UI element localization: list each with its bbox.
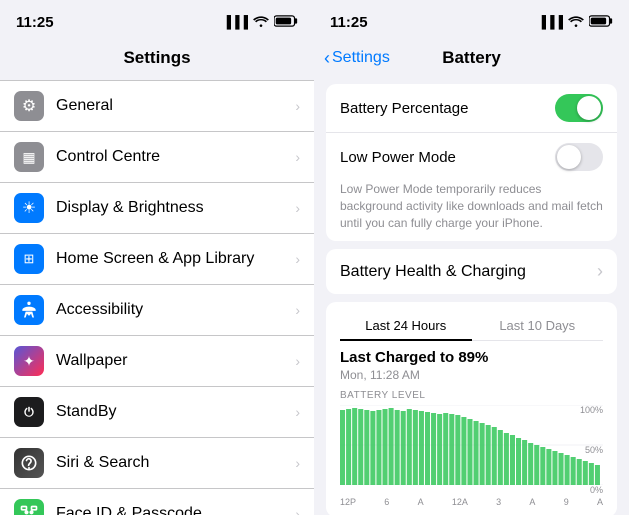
display-icon: ☀ (14, 193, 44, 223)
settings-item-home-screen[interactable]: ⊞ Home Screen & App Library › (0, 234, 314, 285)
settings-item-general[interactable]: ⚙ General › (0, 80, 314, 132)
settings-item-siri[interactable]: Siri & Search › (0, 438, 314, 489)
faceid-icon (14, 499, 44, 515)
control-centre-label: Control Centre (56, 148, 291, 166)
right-wifi-icon (568, 15, 584, 30)
right-signal-icon: ▐▐▐ (537, 15, 563, 29)
right-status-bar: 11:25 ▐▐▐ (314, 0, 629, 44)
chart-subtitle: Mon, 11:28 AM (340, 368, 603, 382)
home-screen-icon: ⊞ (14, 244, 44, 274)
left-time: 11:25 (16, 14, 54, 31)
settings-list: ⚙ General › ▦ Control Centre › ☀ Display… (0, 80, 314, 515)
tab-10d[interactable]: Last 10 Days (472, 312, 604, 340)
settings-item-standby[interactable]: ⏻ StandBy › (0, 387, 314, 438)
x-label-6: 6 (384, 497, 389, 507)
battery-health-section[interactable]: Battery Health & Charging › (326, 249, 617, 294)
battery-toggles-section: Battery Percentage Low Power Mode Low Po… (326, 84, 617, 241)
control-centre-chevron: › (295, 149, 300, 165)
accessibility-label: Accessibility (56, 301, 291, 319)
battery-chart: 100% 50% 0% (340, 405, 603, 495)
right-nav: ‹ Settings Battery (314, 44, 629, 76)
x-label-12p: 12P (340, 497, 356, 507)
battery-percentage-row[interactable]: Battery Percentage (326, 84, 617, 133)
left-status-icons: ▐▐▐ (222, 15, 298, 30)
faceid-label: Face ID & Passcode (56, 505, 291, 515)
left-panel: 11:25 ▐▐▐ Settings (0, 0, 314, 515)
tab-24h[interactable]: Last 24 Hours (340, 312, 472, 341)
wallpaper-icon: ✦ (14, 346, 44, 376)
settings-item-control-centre[interactable]: ▦ Control Centre › (0, 132, 314, 183)
low-power-mode-toggle[interactable] (555, 143, 603, 171)
x-label-a2: A (529, 497, 535, 507)
standby-icon: ⏻ (14, 397, 44, 427)
settings-item-accessibility[interactable]: Accessibility › (0, 285, 314, 336)
chart-section: Last 24 Hours Last 10 Days Last Charged … (326, 302, 617, 515)
control-centre-icon: ▦ (14, 142, 44, 172)
x-label-3: 3 (496, 497, 501, 507)
right-page-title: Battery (442, 48, 501, 68)
wallpaper-chevron: › (295, 353, 300, 369)
home-screen-label: Home Screen & App Library (56, 250, 291, 268)
battery-icon (274, 15, 298, 30)
home-screen-chevron: › (295, 251, 300, 267)
faceid-chevron: › (295, 506, 300, 515)
signal-icon: ▐▐▐ (222, 15, 248, 29)
battery-health-label: Battery Health & Charging (340, 263, 597, 281)
wallpaper-label: Wallpaper (56, 352, 291, 370)
x-label-a1: A (418, 497, 424, 507)
chart-x-labels: 12P 6 A 12A 3 A 9 A (340, 497, 603, 507)
settings-item-wallpaper[interactable]: ✦ Wallpaper › (0, 336, 314, 387)
display-label: Display & Brightness (56, 199, 291, 217)
low-power-mode-row[interactable]: Low Power Mode (326, 133, 617, 181)
left-page-title: Settings (0, 44, 314, 80)
settings-item-faceid[interactable]: Face ID & Passcode › (0, 489, 314, 515)
battery-health-row[interactable]: Battery Health & Charging › (326, 249, 617, 294)
x-label-12a: 12A (452, 497, 468, 507)
back-label: Settings (332, 49, 390, 67)
display-chevron: › (295, 200, 300, 216)
x-label-9: 9 (564, 497, 569, 507)
right-status-icons: ▐▐▐ (537, 15, 613, 30)
chart-title: Last Charged to 89% (340, 349, 603, 366)
chart-tabs: Last 24 Hours Last 10 Days (340, 312, 603, 341)
back-chevron-icon: ‹ (324, 48, 330, 69)
general-icon: ⚙ (14, 91, 44, 121)
y-label-50: 50% (575, 445, 603, 455)
battery-content: Battery Percentage Low Power Mode Low Po… (314, 76, 629, 515)
right-panel: 11:25 ▐▐▐ ‹ Settings (314, 0, 629, 515)
siri-icon (14, 448, 44, 478)
accessibility-icon (14, 295, 44, 325)
accessibility-chevron: › (295, 302, 300, 318)
battery-percentage-label: Battery Percentage (340, 100, 555, 117)
standby-chevron: › (295, 404, 300, 420)
battery-level-label: BATTERY LEVEL (340, 390, 603, 401)
left-status-bar: 11:25 ▐▐▐ (0, 0, 314, 44)
y-label-100: 100% (575, 405, 603, 415)
low-power-mode-label: Low Power Mode (340, 149, 555, 166)
battery-health-chevron: › (597, 261, 603, 282)
low-power-desc: Low Power Mode temporarily reduces backg… (326, 181, 617, 241)
general-chevron: › (295, 98, 300, 114)
right-time: 11:25 (330, 14, 368, 31)
siri-chevron: › (295, 455, 300, 471)
general-label: General (56, 97, 291, 115)
battery-percentage-toggle[interactable] (555, 94, 603, 122)
right-battery-icon (589, 15, 613, 30)
wifi-icon (253, 15, 269, 30)
y-label-0: 0% (575, 485, 603, 495)
settings-item-display[interactable]: ☀ Display & Brightness › (0, 183, 314, 234)
x-label-a3: A (597, 497, 603, 507)
standby-label: StandBy (56, 403, 291, 421)
siri-label: Siri & Search (56, 454, 291, 472)
back-button[interactable]: ‹ Settings (324, 48, 390, 69)
